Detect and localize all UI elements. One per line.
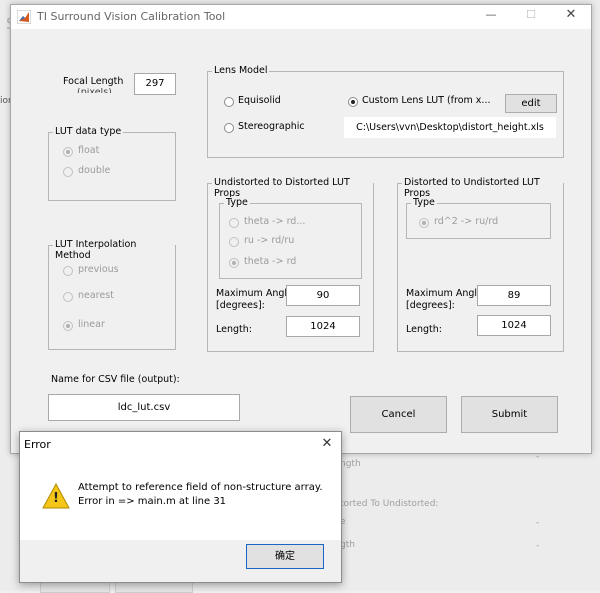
focal-length-sublabel: (pixels) [77, 88, 112, 93]
u2d-title: Undistorted to Distorted LUT Props [212, 177, 373, 199]
calibration-window: TI Surround Vision Calibration Tool — ☐ … [10, 4, 592, 454]
custom-lens-radio[interactable] [348, 97, 358, 107]
theta-rd-ellipsis-label: theta -> rd... [244, 216, 306, 227]
lut-data-type-panel: LUT data type float double [48, 126, 176, 201]
lut-data-type-title: LUT data type [53, 126, 124, 137]
stereographic-radio[interactable] [224, 123, 234, 133]
u2d-type-panel: Type theta -> rd... ru -> rd/ru theta ->… [219, 197, 362, 279]
d2u-length-field[interactable]: 1024 [477, 315, 551, 336]
submit-button[interactable]: Submit [461, 396, 558, 433]
theta-rd-label: theta -> rd [244, 256, 297, 267]
u2d-max-angle-label: Maximum Angle [216, 288, 293, 299]
d2u-title: Distorted to Undistorted LUT Props [402, 177, 563, 199]
background-dash: - [536, 541, 540, 551]
d2u-panel: Distorted to Undistorted LUT Props Type … [397, 177, 564, 352]
theta-rd-ellipsis-radio[interactable] [229, 218, 239, 228]
nearest-radio[interactable] [63, 292, 73, 302]
d2u-length-label: Length: [406, 324, 442, 335]
u2d-length-field[interactable]: 1024 [286, 316, 360, 337]
u2d-type-title: Type [224, 197, 250, 208]
focal-length-field[interactable]: 297 [134, 73, 176, 95]
minimize-button[interactable]: — [483, 8, 499, 24]
radio-selected-dot [66, 150, 70, 154]
float-label: float [78, 145, 100, 156]
float-radio[interactable] [63, 147, 73, 157]
lut-interp-panel: LUT Interpolation Method previous neares… [48, 239, 176, 350]
lens-model-panel: Lens Model Equisolid Stereographic Custo… [207, 65, 564, 158]
window-title: TI Surround Vision Calibration Tool [37, 10, 226, 23]
background-text: torted To Undistorted: [340, 499, 439, 509]
warning-icon: ! [42, 482, 70, 509]
background-dash: - [536, 518, 540, 528]
matlab-icon [16, 9, 32, 25]
title-bar: TI Surround Vision Calibration Tool — ☐ … [11, 5, 591, 29]
d2u-type-title: Type [411, 197, 437, 208]
warning-glyph: ! [53, 491, 59, 506]
error-dialog: Error ✕ ! Attempt to reference field of … [19, 431, 342, 583]
radio-selected-dot [422, 221, 426, 225]
u2d-length-label: Length: [216, 324, 252, 335]
stereographic-label: Stereographic [238, 121, 305, 132]
maximize-button[interactable]: ☐ [523, 8, 539, 24]
u2d-max-angle-unit: [degrees]: [216, 300, 265, 311]
focal-length-label: Focal Length [63, 76, 124, 87]
u2d-panel: Undistorted to Distorted LUT Props Type … [207, 177, 374, 352]
d2u-max-angle-label: Maximum Angle [406, 288, 483, 299]
ru-rdru-radio[interactable] [229, 237, 239, 247]
previous-label: previous [78, 264, 119, 275]
error-message-line2: Error in => main.m at line 31 [78, 496, 227, 507]
radio-selected-dot [351, 100, 355, 104]
close-button[interactable]: ✕ [562, 7, 580, 25]
error-title-bar: Error ✕ [20, 432, 341, 458]
nearest-label: nearest [78, 290, 114, 301]
rd2-rurd-label: rd^2 -> ru/rd [434, 216, 499, 227]
error-body: ! Attempt to reference field of non-stru… [20, 458, 341, 540]
ok-button[interactable]: 确定 [246, 544, 324, 569]
background-text: ngth [340, 459, 361, 469]
linear-label: linear [78, 319, 105, 330]
equisolid-label: Equisolid [238, 95, 281, 106]
d2u-max-angle-field[interactable]: 89 [477, 285, 551, 306]
cancel-button[interactable]: Cancel [350, 396, 447, 433]
double-radio[interactable] [63, 167, 73, 177]
theta-rd-radio[interactable] [229, 258, 239, 268]
equisolid-radio[interactable] [224, 97, 234, 107]
d2u-type-panel: Type rd^2 -> ru/rd [406, 197, 551, 239]
radio-selected-dot [232, 261, 236, 265]
lens-model-title: Lens Model [212, 65, 270, 76]
lut-path-display: C:\Users\vvn\Desktop\distort_height.xls [344, 117, 556, 138]
edit-button[interactable]: edit [505, 94, 557, 113]
custom-lens-label: Custom Lens LUT (from x... [362, 95, 491, 106]
background-text: gth [340, 540, 355, 550]
radio-selected-dot [66, 324, 70, 328]
double-label: double [78, 165, 111, 176]
ru-rdru-label: ru -> rd/ru [244, 235, 295, 246]
linear-radio[interactable] [63, 321, 73, 331]
rd2-rurd-radio[interactable] [419, 218, 429, 228]
error-message-line1: Attempt to reference field of non-struct… [78, 482, 323, 493]
error-title: Error [24, 438, 51, 451]
csv-filename-field[interactable]: ldc_lut.csv [48, 394, 240, 421]
previous-radio[interactable] [63, 266, 73, 276]
u2d-max-angle-field[interactable]: 90 [286, 285, 360, 306]
lut-interp-title: LUT Interpolation Method [53, 239, 175, 261]
error-close-button[interactable]: ✕ [319, 436, 335, 452]
csv-label: Name for CSV file (output): [51, 374, 180, 385]
d2u-max-angle-unit: [degrees]: [406, 300, 455, 311]
